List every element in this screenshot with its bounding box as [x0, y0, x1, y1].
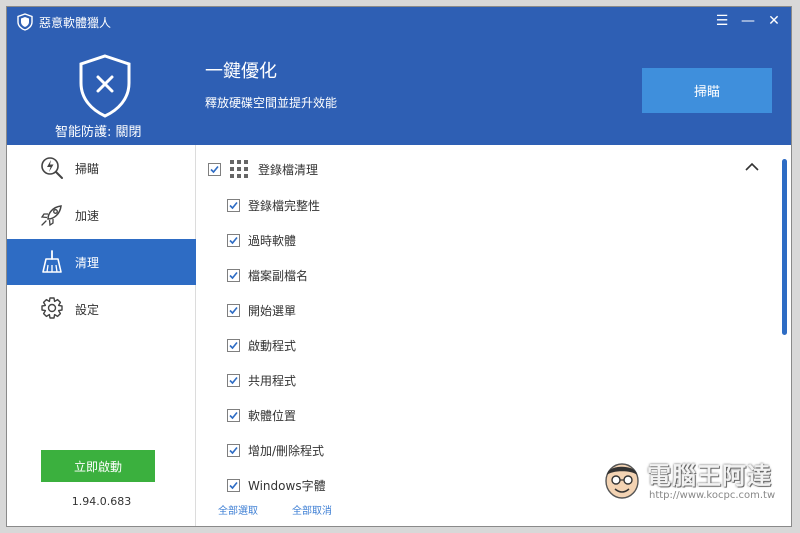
- item-checkbox[interactable]: [227, 338, 240, 352]
- item-label: Windows字體: [248, 478, 326, 493]
- list-item[interactable]: Windows字體: [227, 475, 326, 495]
- sidebar-item-clean[interactable]: 清理: [7, 239, 196, 285]
- select-all-link[interactable]: 全部選取: [218, 502, 258, 517]
- group-label: 登錄檔清理: [258, 162, 319, 177]
- sidebar-item-settings[interactable]: 設定: [7, 286, 196, 332]
- sidebar-item-label: 設定: [75, 302, 100, 317]
- list-item[interactable]: 登錄檔完整性: [227, 195, 320, 215]
- sidebar-item-boost[interactable]: 加速: [7, 192, 196, 238]
- rocket-icon: [39, 202, 65, 228]
- deselect-all-link[interactable]: 全部取消: [292, 502, 332, 517]
- grid-icon: [230, 160, 248, 178]
- item-checkbox[interactable]: [227, 443, 240, 457]
- sidebar-item-label: 掃瞄: [75, 161, 100, 176]
- sidebar-item-label: 清理: [75, 255, 100, 270]
- watermark-url: http://www.kocpc.com.tw: [649, 490, 776, 501]
- item-label: 登錄檔完整性: [248, 198, 321, 213]
- protection-status: 智能防護: 關閉: [55, 125, 142, 140]
- item-checkbox[interactable]: [227, 303, 240, 317]
- gear-icon: [39, 296, 65, 322]
- scrollbar-thumb[interactable]: [782, 159, 787, 335]
- item-label: 增加/刪除程式: [248, 443, 325, 458]
- app-window: 惡意軟體獵人 ☰ — ✕ 智能防護: 關閉 一鍵優化 釋放硬碟空間並提升效能 掃…: [6, 6, 792, 527]
- item-label: 啟動程式: [248, 338, 297, 353]
- item-label: 共用程式: [248, 373, 297, 388]
- item-checkbox[interactable]: [227, 408, 240, 422]
- item-checkbox[interactable]: [227, 268, 240, 282]
- item-checkbox[interactable]: [227, 198, 240, 212]
- chevron-up-icon[interactable]: [744, 159, 760, 175]
- page-title: 一鍵優化: [205, 61, 277, 82]
- shield-x-icon: [77, 53, 133, 119]
- list-item[interactable]: 增加/刪除程式: [227, 440, 324, 460]
- menu-icon[interactable]: ☰: [713, 11, 731, 31]
- mascot-face-icon: [601, 456, 643, 502]
- sidebar: 掃瞄 加速 清理 設定 立即啟動 1.94.0.683: [7, 145, 196, 526]
- list-item[interactable]: 過時軟體: [227, 230, 296, 250]
- broom-icon: [39, 249, 65, 275]
- list-item[interactable]: 開始選單: [227, 300, 296, 320]
- header: 惡意軟體獵人 ☰ — ✕ 智能防護: 關閉 一鍵優化 釋放硬碟空間並提升效能 掃…: [7, 7, 791, 145]
- item-checkbox[interactable]: [227, 233, 240, 247]
- item-label: 過時軟體: [248, 233, 297, 248]
- scan-button[interactable]: 掃瞄: [642, 68, 772, 113]
- start-now-button[interactable]: 立即啟動: [41, 450, 155, 482]
- list-item[interactable]: 檔案副檔名: [227, 265, 308, 285]
- item-checkbox[interactable]: [227, 478, 240, 492]
- title-bar: 惡意軟體獵人 ☰ — ✕: [7, 7, 791, 37]
- version-label: 1.94.0.683: [71, 495, 132, 508]
- shield-logo-icon: [17, 13, 33, 31]
- minimize-icon[interactable]: —: [739, 11, 757, 31]
- item-checkbox[interactable]: [227, 373, 240, 387]
- app-title: 惡意軟體獵人: [39, 15, 112, 30]
- list-item[interactable]: 軟體位置: [227, 405, 296, 425]
- sidebar-item-label: 加速: [75, 208, 100, 223]
- item-label: 軟體位置: [248, 408, 297, 423]
- page-subtitle: 釋放硬碟空間並提升效能: [205, 96, 338, 110]
- item-label: 檔案副檔名: [248, 268, 309, 283]
- sidebar-item-scan[interactable]: 掃瞄: [7, 145, 196, 191]
- group-checkbox[interactable]: [208, 162, 221, 176]
- window-controls: ☰ — ✕: [713, 11, 783, 31]
- watermark-text: 電腦王阿達: [647, 462, 772, 490]
- registry-clean-group: 登錄檔清理: [208, 159, 318, 179]
- scan-icon: [39, 155, 65, 181]
- list-item[interactable]: 啟動程式: [227, 335, 296, 355]
- list-item[interactable]: 共用程式: [227, 370, 296, 390]
- watermark: 電腦王阿達 http://www.kocpc.com.tw: [601, 452, 791, 508]
- close-icon[interactable]: ✕: [765, 11, 783, 31]
- item-label: 開始選單: [248, 303, 297, 318]
